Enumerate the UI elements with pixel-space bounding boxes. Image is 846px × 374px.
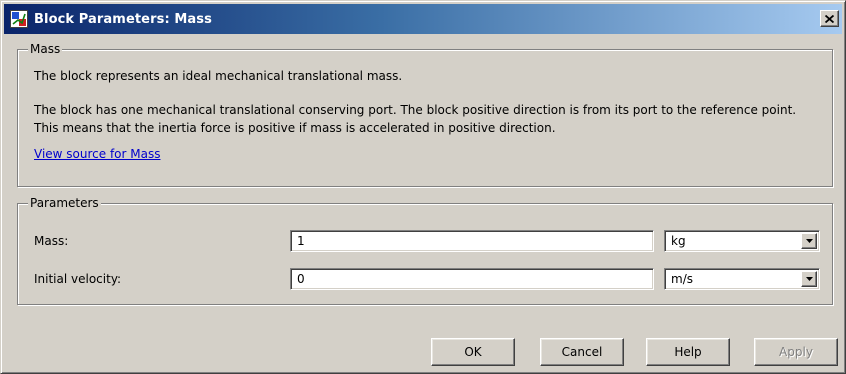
mass-value-input[interactable]: 1 [290, 230, 654, 252]
ok-button[interactable]: OK [431, 338, 515, 366]
mass-group-legend: Mass [28, 42, 63, 56]
initial-velocity-label: Initial velocity: [34, 272, 122, 286]
description-line-2: The block has one mechanical translation… [34, 103, 797, 117]
chevron-down-icon [805, 239, 813, 243]
initial-velocity-unit-dropdown-button[interactable] [801, 271, 817, 287]
apply-button[interactable]: Apply [754, 338, 838, 366]
help-button[interactable]: Help [646, 338, 730, 366]
initial-velocity-input[interactable]: 0 [290, 268, 654, 290]
mass-unit-dropdown-button[interactable] [801, 233, 817, 249]
mass-description-group: Mass The block represents an ideal mecha… [17, 42, 833, 187]
mass-label: Mass: [34, 234, 69, 248]
close-button[interactable] [820, 10, 839, 27]
cancel-button[interactable]: Cancel [540, 338, 624, 366]
view-source-link[interactable]: View source for Mass [34, 146, 160, 162]
initial-velocity-unit-select[interactable]: m/s [664, 268, 820, 290]
block-parameters-dialog: Block Parameters: Mass Mass The block re… [0, 0, 846, 374]
parameters-group-legend: Parameters [28, 196, 101, 210]
simulink-block-icon [10, 10, 28, 28]
parameters-group: Parameters Mass: 1 kg Initial velocity: … [17, 196, 833, 305]
mass-unit-select[interactable]: kg [664, 230, 820, 252]
initial-velocity-unit-value: m/s [671, 272, 693, 286]
description-line-3: This means that the inertia force is pos… [34, 121, 556, 135]
chevron-down-icon [805, 277, 813, 281]
mass-unit-value: kg [671, 234, 686, 248]
close-icon [825, 14, 834, 23]
title-bar[interactable]: Block Parameters: Mass [4, 4, 842, 34]
window-title: Block Parameters: Mass [34, 11, 212, 27]
description-line-1: The block represents an ideal mechanical… [34, 69, 403, 83]
